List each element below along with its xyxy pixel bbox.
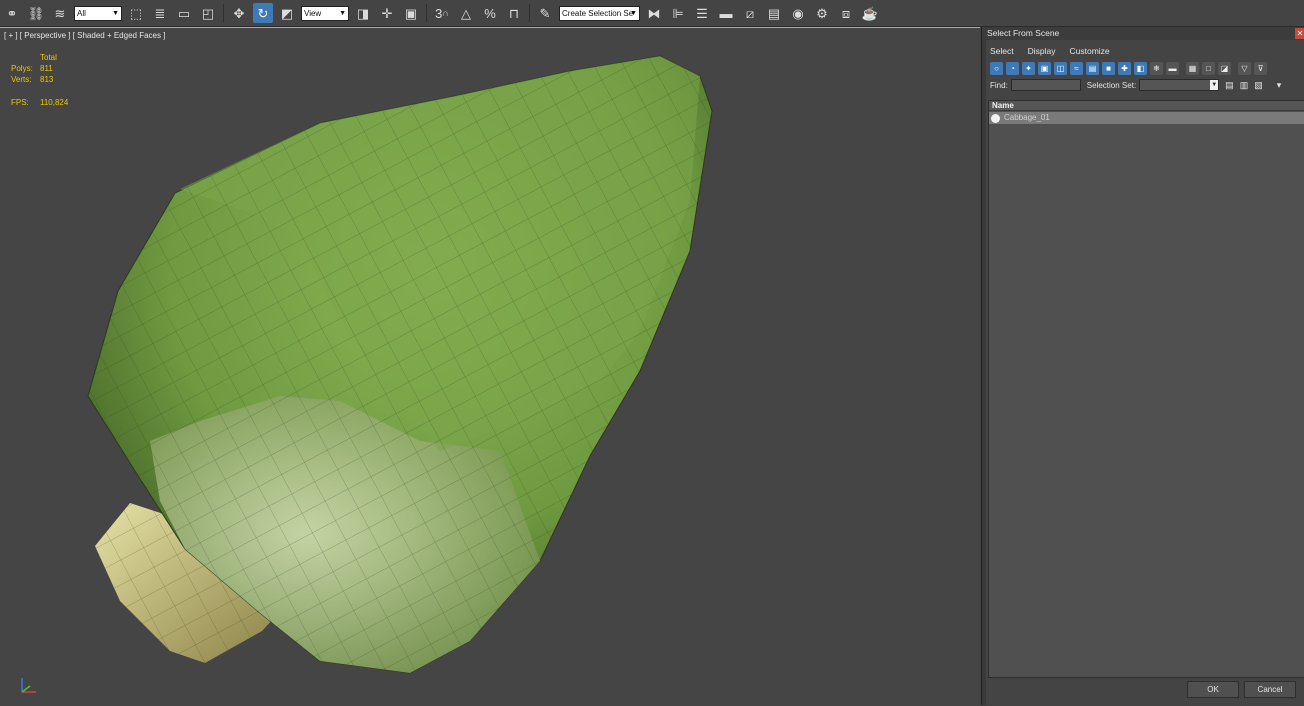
ok-button[interactable]: OK [1187,681,1239,698]
perspective-viewport[interactable]: [ + ] [ Perspective ] [ Shaded + Edged F… [0,27,980,706]
container-filter-icon[interactable]: ◧ [1134,61,1147,75]
light-filter-icon[interactable]: ✦ [1022,61,1035,75]
selection-filter-value: All [77,8,86,18]
chevron-down-icon: ▼ [1210,80,1219,90]
filter-options-icon[interactable]: ⊽ [1254,61,1267,75]
mirror-icon[interactable]: ⧓ [644,3,664,23]
create-set-icon[interactable]: ▤ [1225,80,1234,91]
scale-icon[interactable]: ◩ [277,3,297,23]
selection-set-label: Selection Set: [1086,80,1137,90]
selection-set-dropdown[interactable]: ▼ [1139,79,1220,91]
toolbar-divider [529,4,530,22]
find-input[interactable] [1010,79,1081,91]
hidden-filter-icon[interactable]: ▬ [1166,61,1179,75]
render-frame-icon[interactable]: ⧈ [836,3,856,23]
render-setup-icon[interactable]: ⚙ [812,3,832,23]
cancel-button[interactable]: Cancel [1244,681,1296,698]
helper-filter-icon[interactable]: ◫ [1054,61,1067,75]
select-manipulate-icon[interactable]: ✛ [377,3,397,23]
dialog-title: Select From Scene [987,28,1060,38]
percent-snap-icon[interactable]: % [480,3,500,23]
snap-label: 3 [435,5,443,21]
percent-label: % [484,5,496,21]
find-row: Find: Selection Set: ▼ ▤ ▥ ▧ ▾ [982,77,1304,93]
select-object-icon[interactable]: ⬚ [126,3,146,23]
rotate-icon[interactable]: ↻ [253,3,273,23]
graphite-icon[interactable]: ▬ [716,3,736,23]
dialog-menubar: Select Display Customize [982,43,1304,59]
spacewarp-filter-icon[interactable]: ≈ [1070,61,1083,75]
select-none-icon[interactable]: □ [1202,61,1215,75]
menu-display[interactable]: Display [1028,46,1056,56]
list-item-label: Cabbage_01 [1004,113,1050,122]
pivot-icon[interactable]: ◨ [353,3,373,23]
spinner-snap-icon[interactable]: ⊓ [504,3,524,23]
named-selection-dropdown[interactable]: Create Selection Se ▼ [559,5,640,21]
unlink-icon[interactable]: ⛓ [26,3,46,23]
bone-filter-icon[interactable]: ✚ [1118,61,1131,75]
reference-coord-value: View [304,8,322,18]
column-name-label: Name [992,101,1014,110]
schematic-view-icon[interactable]: ▤ [764,3,784,23]
keyboard-shortcut-icon[interactable]: ▣ [401,3,421,23]
select-all-icon[interactable]: ▦ [1186,61,1199,75]
column-header-name[interactable]: Name [989,101,1304,111]
xref-filter-icon[interactable]: ■ [1102,61,1115,75]
selection-filter-dropdown[interactable]: All ▼ [74,5,122,21]
rect-region-icon[interactable]: ▭ [174,3,194,23]
select-from-scene-dialog: Select From Scene ✕ Select Display Custo… [981,27,1304,705]
group-filter-icon[interactable]: ▤ [1086,61,1099,75]
expand-icon[interactable]: ▾ [1277,80,1282,91]
toolbar-divider [223,4,224,22]
geometry-filter-icon[interactable]: ○ [990,61,1003,75]
select-invert-icon[interactable]: ◪ [1218,61,1231,75]
window-crossing-icon[interactable]: ◰ [198,3,218,23]
link-icon[interactable]: ⚭ [2,3,22,23]
select-by-name-icon[interactable]: ≣ [150,3,170,23]
snaps-3d-icon[interactable]: 3 ∩ [432,3,452,23]
curve-editor-icon[interactable]: ⧄ [740,3,760,23]
list-item[interactable]: Cabbage_01 [989,112,1304,124]
dialog-filter-toolbar: ○ ◔ ✦ ▣ ◫ ≈ ▤ ■ ✚ ◧ ❄ ▬ ▦ □ ◪ ▽ ⊽ [982,59,1304,77]
named-selection-value: Create Selection Se [562,8,634,18]
frozen-filter-icon[interactable]: ❄ [1150,61,1163,75]
dialog-resize-handle[interactable] [982,27,986,705]
menu-customize[interactable]: Customize [1070,46,1110,56]
camera-filter-icon[interactable]: ▣ [1038,61,1051,75]
cabbage-model[interactable] [0,27,980,706]
menu-select[interactable]: Select [990,46,1014,56]
teapot-icon[interactable]: ☕ [860,3,880,23]
scene-object-list[interactable]: Name Cabbage_01 [988,100,1304,678]
align-icon[interactable]: ⊫ [668,3,688,23]
dialog-title-bar[interactable]: Select From Scene ✕ [982,27,1304,40]
bind-spacewarp-icon[interactable]: ≋ [50,3,70,23]
filter-icon[interactable]: ▽ [1238,61,1251,75]
material-editor-icon[interactable]: ◉ [788,3,808,23]
geometry-icon [991,113,1000,123]
angle-snap-icon[interactable]: △ [456,3,476,23]
shape-filter-icon[interactable]: ◔ [1006,61,1019,75]
find-label: Find: [990,80,1008,90]
add-to-set-icon[interactable]: ▥ [1240,80,1249,91]
reference-coord-dropdown[interactable]: View ▼ [301,5,349,21]
edit-named-sel-icon[interactable]: ✎ [535,3,555,23]
remove-from-set-icon[interactable]: ▧ [1254,80,1263,91]
close-icon[interactable]: ✕ [1295,28,1304,39]
axis-tripod-icon [21,678,36,693]
layer-icon[interactable]: ☰ [692,3,712,23]
toolbar-divider [426,4,427,22]
move-icon[interactable]: ✥ [229,3,249,23]
main-toolbar: ⚭ ⛓ ≋ All ▼ ⬚ ≣ ▭ ◰ ✥ ↻ ◩ View ▼ ◨ ✛ ▣ 3 ∩ … [0,0,1304,27]
